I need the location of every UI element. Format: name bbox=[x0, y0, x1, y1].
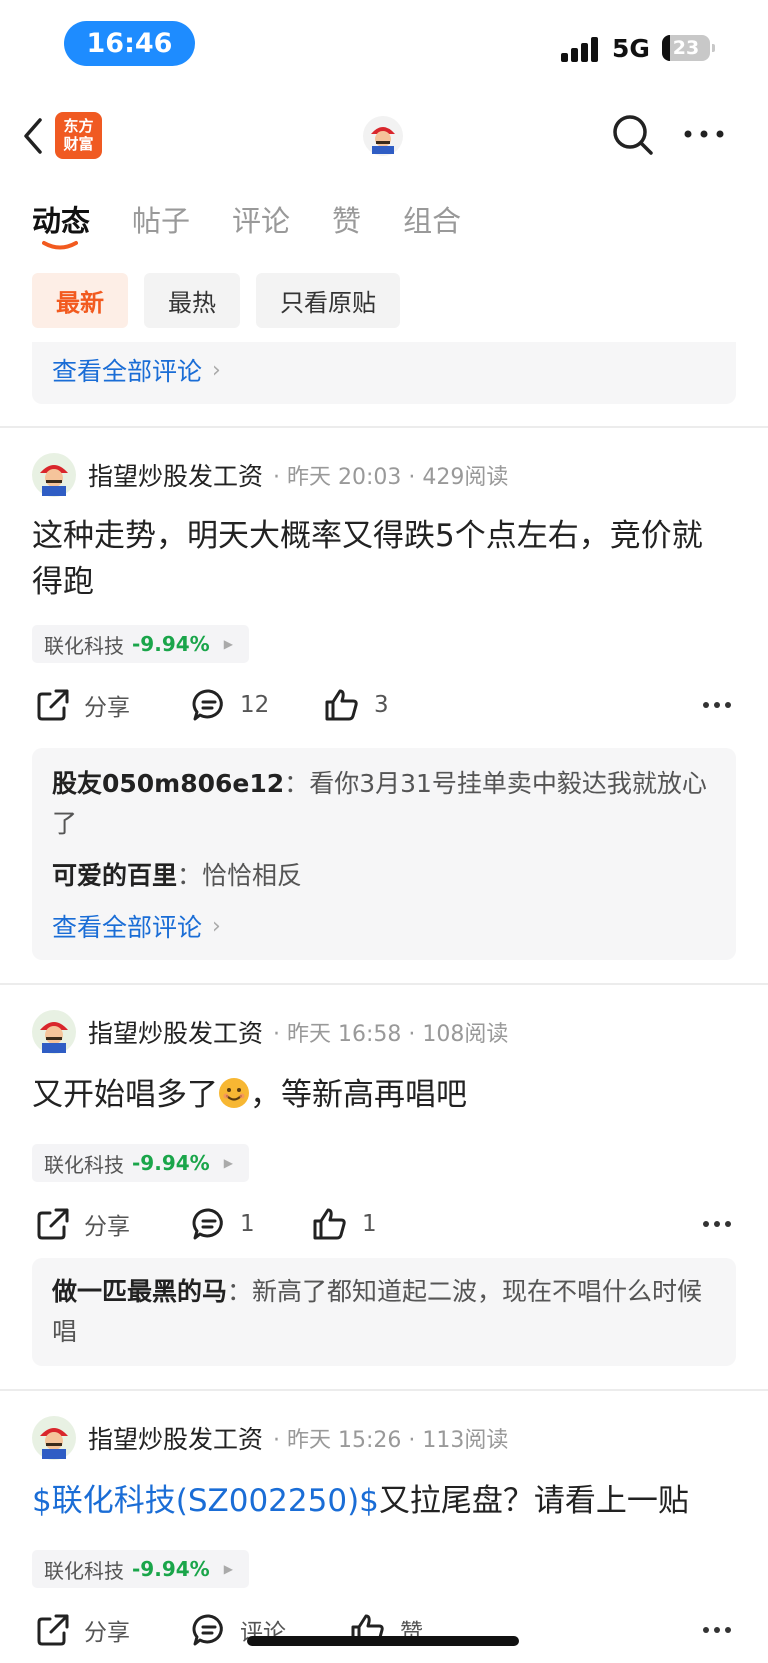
active-tab-indicator bbox=[42, 241, 78, 250]
more-options-icon[interactable] bbox=[702, 701, 732, 709]
comment-button[interactable]: 12 bbox=[192, 683, 269, 727]
comment-button[interactable]: 1 bbox=[192, 1202, 255, 1246]
stock-tag[interactable]: 联化科技 -9.94% ▶ bbox=[32, 1550, 249, 1588]
filter-original-only[interactable]: 只看原贴 bbox=[256, 273, 400, 328]
network-type: 5G bbox=[612, 34, 650, 63]
chevron-right-icon: › bbox=[212, 913, 221, 939]
divider bbox=[0, 426, 768, 428]
reply-item[interactable]: 股友050m806e12：看你3月31号挂单卖中毅达我就放心了 bbox=[52, 764, 716, 844]
view-all-comments-link[interactable]: 查看全部评论 › bbox=[52, 906, 716, 946]
more-options-icon[interactable] bbox=[702, 1220, 732, 1228]
tab-posts[interactable]: 帖子 bbox=[132, 198, 190, 248]
share-icon bbox=[37, 1208, 69, 1240]
author-name[interactable]: 指望炒股发工资 bbox=[88, 1014, 263, 1050]
view-all-comments-link[interactable]: 查看全部评论 › bbox=[52, 342, 716, 398]
app-logo[interactable]: 东方 财富 bbox=[55, 112, 102, 159]
post-header: 指望炒股发工资 · 昨天 15:26 · 113阅读 bbox=[32, 1416, 508, 1460]
home-indicator[interactable] bbox=[247, 1636, 519, 1646]
author-avatar[interactable] bbox=[32, 1416, 76, 1460]
status-bar: 16:46 5G 23 bbox=[0, 0, 768, 90]
post-text[interactable]: 又开始唱多了 ，等新高再唱吧 bbox=[32, 1072, 732, 1118]
play-icon: ▶ bbox=[223, 637, 233, 651]
stock-tag[interactable]: 联化科技 -9.94% ▶ bbox=[32, 625, 249, 663]
filter-chips: 最新 最热 只看原贴 bbox=[32, 273, 416, 328]
author-name[interactable]: 指望炒股发工资 bbox=[88, 457, 263, 493]
post-actions: 分享 12 3 bbox=[32, 683, 736, 727]
divider bbox=[0, 1389, 768, 1391]
play-icon: ▶ bbox=[223, 1562, 233, 1576]
tab-likes[interactable]: 赞 bbox=[332, 198, 361, 248]
thumbs-up-icon bbox=[325, 689, 358, 721]
divider bbox=[0, 983, 768, 985]
signal-icon bbox=[561, 36, 601, 62]
tab-portfolio[interactable]: 组合 bbox=[403, 198, 461, 248]
post-actions: 分享 1 1 bbox=[32, 1202, 736, 1246]
top-nav: 东方 财富 bbox=[0, 100, 768, 172]
smile-emoji-icon bbox=[219, 1078, 249, 1108]
chevron-right-icon: › bbox=[212, 357, 221, 383]
post-meta: · 昨天 15:26 · 113阅读 bbox=[273, 1428, 509, 1453]
filter-latest[interactable]: 最新 bbox=[32, 273, 128, 328]
post-header: 指望炒股发工资 · 昨天 16:58 · 108阅读 bbox=[32, 1010, 508, 1054]
share-button[interactable]: 分享 bbox=[36, 1202, 130, 1246]
profile-tabs: 动态 帖子 评论 赞 组合 bbox=[32, 198, 503, 248]
status-time: 16:46 bbox=[64, 21, 195, 66]
share-button[interactable]: 分享 bbox=[36, 1608, 130, 1652]
stock-link[interactable]: $联化科技(SZ002250)$ bbox=[32, 1483, 379, 1519]
comment-box-previous: 查看全部评论 › bbox=[32, 342, 736, 404]
more-icon[interactable] bbox=[682, 128, 726, 140]
stock-tag[interactable]: 联化科技 -9.94% ▶ bbox=[32, 1144, 249, 1182]
share-icon bbox=[37, 689, 69, 721]
comment-icon bbox=[192, 689, 223, 721]
reply-item[interactable]: 可爱的百里：恰恰相反 bbox=[52, 856, 716, 896]
post-header: 指望炒股发工资 · 昨天 20:03 · 429阅读 bbox=[32, 453, 508, 497]
reply-item[interactable]: 做一匹最黑的马：新高了都知道起二波，现在不唱什么时候唱 bbox=[52, 1272, 716, 1352]
share-button[interactable]: 分享 bbox=[36, 683, 130, 727]
share-icon bbox=[37, 1614, 69, 1646]
author-avatar[interactable] bbox=[32, 1010, 76, 1054]
tab-comments[interactable]: 评论 bbox=[232, 198, 290, 248]
battery-icon: 23 bbox=[662, 35, 715, 61]
comment-icon bbox=[192, 1614, 223, 1646]
back-icon[interactable] bbox=[18, 114, 48, 158]
author-name[interactable]: 指望炒股发工资 bbox=[88, 1420, 263, 1456]
author-avatar[interactable] bbox=[32, 453, 76, 497]
user-avatar[interactable] bbox=[363, 116, 403, 156]
post-text[interactable]: 这种走势，明天大概率又得跌5个点左右，竞价就得跑 bbox=[32, 513, 732, 605]
comment-icon bbox=[192, 1208, 223, 1240]
search-icon[interactable] bbox=[610, 112, 656, 158]
post-meta: · 昨天 20:03 · 429阅读 bbox=[273, 465, 509, 490]
filter-hot[interactable]: 最热 bbox=[144, 273, 240, 328]
more-options-icon[interactable] bbox=[702, 1626, 732, 1634]
comment-preview-box: 股友050m806e12：看你3月31号挂单卖中毅达我就放心了 可爱的百里：恰恰… bbox=[32, 748, 736, 960]
comment-preview-box: 做一匹最黑的马：新高了都知道起二波，现在不唱什么时候唱 bbox=[32, 1258, 736, 1366]
post-text[interactable]: $联化科技(SZ002250)$又拉尾盘？请看上一贴 bbox=[32, 1478, 732, 1524]
like-button[interactable]: 3 bbox=[324, 683, 389, 727]
play-icon: ▶ bbox=[223, 1156, 233, 1170]
post-meta: · 昨天 16:58 · 108阅读 bbox=[273, 1022, 509, 1047]
like-button[interactable]: 1 bbox=[312, 1202, 377, 1246]
thumbs-up-icon bbox=[313, 1208, 346, 1240]
